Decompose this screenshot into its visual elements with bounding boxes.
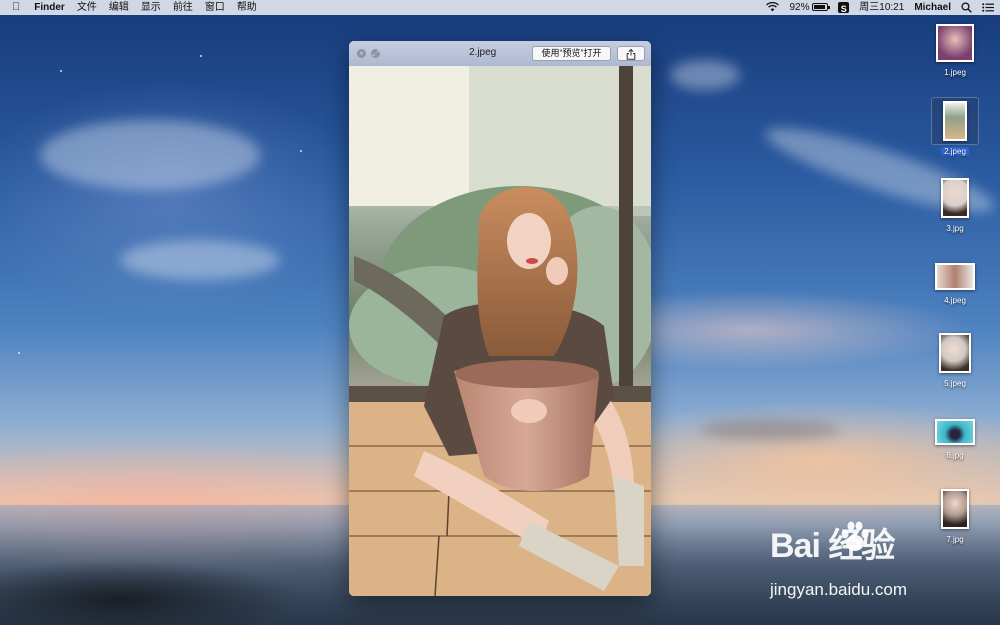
baidu-jingyan-watermark: Bai 经验 jingyan.baidu.com	[770, 518, 950, 603]
file-label: 5.jpeg	[944, 379, 966, 388]
user-name[interactable]: Michael	[914, 0, 951, 15]
file-thumbnail	[943, 101, 967, 141]
desktop-file-icon[interactable]: 1.jpeg	[925, 24, 985, 80]
share-icon	[626, 48, 636, 60]
star	[60, 70, 62, 72]
close-icon[interactable]: ×	[357, 49, 366, 58]
menu-edit[interactable]: 编辑	[109, 0, 129, 15]
file-label: 6.jpg	[946, 451, 964, 460]
battery-status[interactable]: 92%	[789, 0, 831, 15]
file-thumbnail	[941, 178, 969, 218]
file-label: 2.jpeg	[941, 147, 969, 156]
open-with-preview-button[interactable]: 使用“预览”打开	[532, 46, 611, 61]
desktop-file-icon[interactable]: 2.jpeg	[925, 101, 985, 159]
cloud	[700, 420, 840, 440]
fullscreen-icon[interactable]: ⤢	[371, 49, 380, 58]
cloud	[120, 240, 280, 280]
menu-app-name[interactable]: Finder	[34, 0, 65, 15]
watermark-url: jingyan.baidu.com	[770, 580, 908, 599]
battery-icon	[812, 3, 831, 12]
apple-logo-icon[interactable]: 	[12, 0, 20, 15]
star	[300, 150, 302, 152]
rocks	[0, 530, 360, 625]
file-thumbnail	[936, 24, 974, 62]
file-label: 3.jpg	[946, 224, 964, 233]
file-label: 1.jpeg	[944, 68, 966, 77]
desktop-file-icon[interactable]: 3.jpg	[925, 178, 985, 236]
search-icon[interactable]	[961, 0, 972, 15]
file-thumbnail	[935, 419, 975, 445]
star	[200, 55, 202, 57]
star	[18, 352, 20, 354]
menu-view[interactable]: 显示	[141, 0, 161, 15]
desktop-file-icon[interactable]: 6.jpg	[925, 419, 985, 463]
quicklook-titlebar[interactable]: × ⤢ 2.jpeg 使用“预览”打开	[349, 41, 651, 66]
menu-go[interactable]: 前往	[173, 0, 193, 15]
watermark-logo: Bai 经验	[770, 527, 895, 565]
clock[interactable]: 周三10:21	[859, 0, 904, 15]
desktop-file-icon[interactable]: 5.jpeg	[925, 333, 985, 391]
share-button[interactable]	[617, 46, 645, 61]
file-label: 4.jpeg	[944, 296, 966, 305]
cloud	[670, 60, 740, 90]
quicklook-title: 2.jpeg	[469, 47, 497, 58]
paw-icon	[841, 521, 869, 551]
menu-help[interactable]: 帮助	[237, 0, 257, 15]
menu-file[interactable]: 文件	[77, 0, 97, 15]
menu-window[interactable]: 窗口	[205, 0, 225, 15]
photo-illustration	[349, 66, 651, 596]
input-method-icon[interactable]: S	[838, 2, 850, 14]
quicklook-window: × ⤢ 2.jpeg 使用“预览”打开	[349, 41, 651, 596]
file-thumbnail	[939, 333, 971, 373]
wifi-icon[interactable]	[766, 0, 780, 15]
battery-percent: 92%	[789, 2, 810, 13]
preview-image	[349, 66, 651, 596]
cloud	[40, 120, 260, 190]
file-thumbnail	[935, 263, 975, 290]
desktop-file-icon[interactable]: 4.jpeg	[925, 263, 985, 308]
notification-center-icon[interactable]	[982, 0, 994, 15]
menu-bar:  Finder 文件 编辑 显示 前往 窗口 帮助 92% S 周三10:21…	[0, 0, 1000, 15]
